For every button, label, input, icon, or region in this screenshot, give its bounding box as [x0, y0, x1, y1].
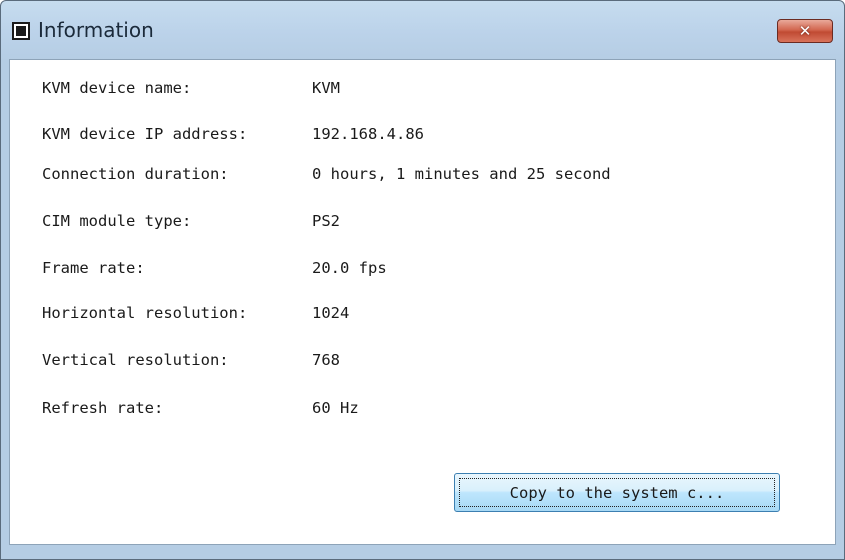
info-label: Connection duration:	[42, 165, 229, 183]
info-value: 192.168.4.86	[312, 125, 424, 143]
copy-button-label: Copy to the system c...	[509, 483, 725, 502]
window-title: Information	[38, 18, 154, 42]
info-value: 0 hours, 1 minutes and 25 second	[312, 165, 611, 183]
close-icon: ✕	[798, 22, 812, 40]
info-label: Frame rate:	[42, 259, 145, 277]
window-icon	[12, 22, 30, 40]
info-value: PS2	[312, 212, 340, 230]
info-label: Refresh rate:	[42, 399, 164, 417]
copy-to-clipboard-button[interactable]: Copy to the system c...	[454, 473, 780, 512]
info-value: 60 Hz	[312, 399, 359, 417]
info-label: KVM device name:	[42, 79, 192, 97]
info-label: CIM module type:	[42, 212, 192, 230]
close-button[interactable]: ✕	[777, 19, 833, 43]
info-label: Horizontal resolution:	[42, 304, 248, 322]
info-value: 20.0 fps	[312, 259, 387, 277]
info-value: 768	[312, 351, 340, 369]
info-label: Vertical resolution:	[42, 351, 229, 369]
title-bar[interactable]: Information ✕	[1, 1, 844, 59]
dialog-content: KVM device name: KVM KVM device IP addre…	[9, 59, 836, 545]
info-value: KVM	[312, 79, 340, 97]
info-value: 1024	[312, 304, 350, 322]
information-dialog: Information ✕ KVM device name: KVM KVM d…	[0, 0, 845, 560]
info-label: KVM device IP address:	[42, 125, 248, 143]
